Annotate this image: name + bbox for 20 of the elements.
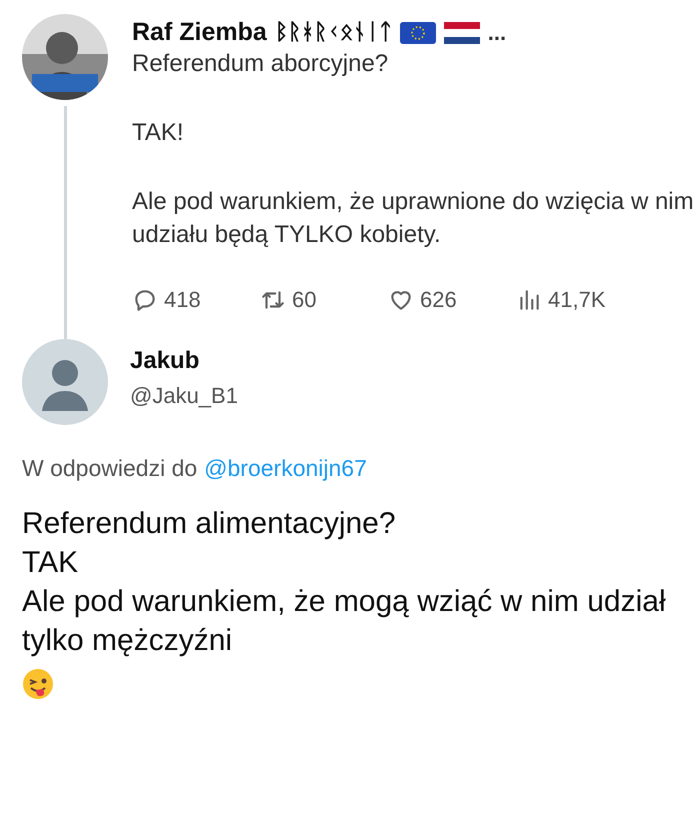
stat-count: 41,7K <box>548 287 606 313</box>
flag-icon <box>444 22 480 44</box>
author-runes: ᛒᚱᚼᚱᚲᛟᚾᛁᛏ <box>274 20 392 45</box>
avatar[interactable] <box>22 339 108 425</box>
reply-text: Ale pod warunkiem, że mogą wziąć w nim udział tylko mężczyźni <box>22 584 667 659</box>
stat-count: 626 <box>420 287 457 313</box>
stat-count: 418 <box>164 287 201 313</box>
tweet-text: Ale pod warunkiem, że uprawnione do wzięcia w nim udziału będą TYLKO kobiety. <box>132 187 695 250</box>
reply-text: TAK <box>22 545 80 581</box>
author-handle[interactable]: @Jaku_B1 <box>130 383 238 409</box>
tweet-text: TAK! <box>132 118 185 148</box>
tweet-text: Referendum aborcyjne? <box>132 49 390 79</box>
ellipsis: ... <box>488 20 506 46</box>
reply-text: Referendum alimentacyjne? <box>22 506 397 542</box>
stat-count: 60 <box>292 287 316 313</box>
flag-icon <box>400 22 436 44</box>
replying-to-label: W odpowiedzi do <box>22 455 198 482</box>
winking-tongue-emoji-icon <box>22 668 54 700</box>
author-name[interactable]: Raf Ziemba <box>132 18 267 47</box>
author-name[interactable]: Jakub <box>130 347 238 375</box>
